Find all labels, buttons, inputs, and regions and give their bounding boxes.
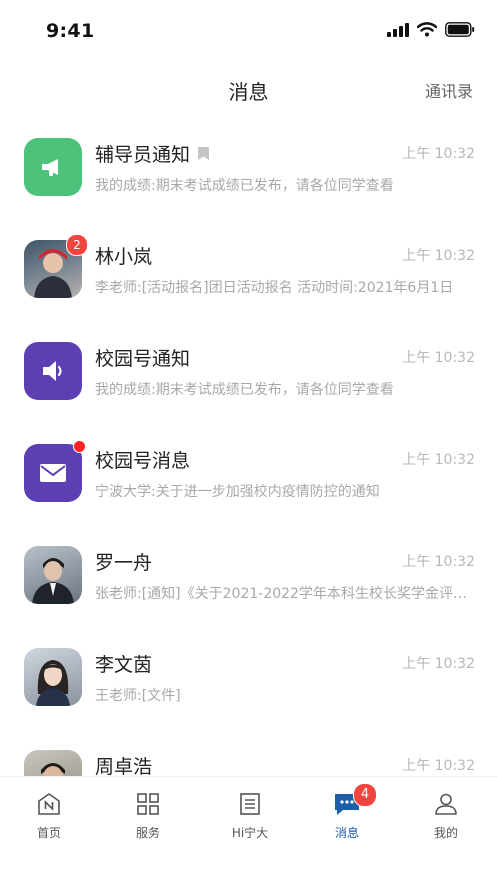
user-photo-icon [36,660,70,706]
avatar [24,546,82,604]
message-item-counselor-notice[interactable]: 辅导员通知 上午 10:32 我的成绩:期末考试成绩已发布，请各位同学查看 [0,102,497,204]
tab-label: 首页 [36,826,61,840]
document-icon [240,793,260,815]
contacts-link[interactable]: 通讯录 [425,78,473,102]
tab-label: Hi宁大 [231,826,269,840]
person-icon [435,793,457,815]
avatar [24,648,82,706]
speaker-icon [43,361,62,381]
tab-home[interactable]: 首页 [9,791,89,841]
avatar [24,342,82,400]
message-item-lin-xiaolan[interactable]: 2 林小岚 上午 10:32 李老师:[活动报名]团日活动报名 活动时间:202… [0,204,497,306]
wifi-icon [417,22,437,37]
message-item-campus-messages[interactable]: 校园号消息 上午 10:32 宁波大学:关于进一步加强校内疫情防控的通知 [0,408,497,510]
avatar: 2 [24,234,88,298]
grid-icon [137,793,159,815]
tab-label: 消息 [334,826,359,840]
bookmark-icon [198,147,210,160]
message-preview: 王老师:[文件] [95,688,181,704]
message-preview: 张老师:[通知]《关于2021-2022学年本科生校长奖学金评选》 [95,586,471,602]
megaphone-icon [42,159,58,176]
tab-services[interactable]: 服务 [108,791,188,841]
message-item-luo-yizhou[interactable]: 罗一舟 上午 10:32 张老师:[通知]《关于2021-2022学年本科生校长… [0,510,497,612]
contact-name: 校园号消息 [95,450,191,472]
home-icon [38,793,60,815]
status-time: 9:41 [46,20,95,42]
tab-messages[interactable]: 4 消息 [307,783,387,841]
battery-icon [445,22,475,37]
message-time: 上午 10:32 [402,656,475,672]
contact-name: 周卓浩 [95,756,153,778]
message-item-li-wenyin[interactable]: 李文茵 上午 10:32 王老师:[文件] [0,612,497,714]
message-list: 辅导员通知 上午 10:32 我的成绩:期末考试成绩已发布，请各位同学查看 2 … [0,102,497,816]
message-preview: 我的成绩:期末考试成绩已发布，请各位同学查看 [95,178,394,194]
unread-dot [73,440,86,453]
message-preview: 宁波大学:关于进一步加强校内疫情防控的通知 [95,484,380,500]
tab-bar: 首页 服务 Hi宁大 4 消息 我的 [0,776,497,884]
message-time: 上午 10:32 [402,452,475,468]
cellular-signal-icon [387,22,409,37]
message-time: 上午 10:32 [402,350,475,366]
tab-hi-nbu[interactable]: Hi宁大 [210,791,290,841]
message-preview: 我的成绩:期末考试成绩已发布，请各位同学查看 [95,382,394,398]
contact-name: 辅导员通知 [95,144,191,166]
message-time: 上午 10:32 [402,146,475,162]
mail-icon [40,464,66,482]
tab-label: 我的 [433,826,458,840]
tab-badge: 4 [353,783,377,807]
message-time: 上午 10:32 [402,554,475,570]
message-time: 上午 10:32 [402,758,475,774]
avatar [24,138,82,196]
message-item-campus-notice[interactable]: 校园号通知 上午 10:32 我的成绩:期末考试成绩已发布，请各位同学查看 [0,306,497,408]
message-time: 上午 10:32 [402,248,475,264]
contact-name: 校园号通知 [95,348,191,370]
tab-label: 服务 [135,826,160,840]
tab-me[interactable]: 我的 [406,791,486,841]
avatar [24,440,86,502]
unread-badge: 2 [66,234,88,256]
message-preview: 李老师:[活动报名]团日活动报名 活动时间:2021年6月1日 [95,280,454,296]
contact-name: 李文茵 [95,654,153,676]
page-title: 消息 [228,80,269,104]
user-photo-icon [32,558,74,604]
contact-name: 林小岚 [95,246,153,268]
contact-name: 罗一舟 [95,552,153,574]
status-bar: 9:41 [0,0,497,62]
